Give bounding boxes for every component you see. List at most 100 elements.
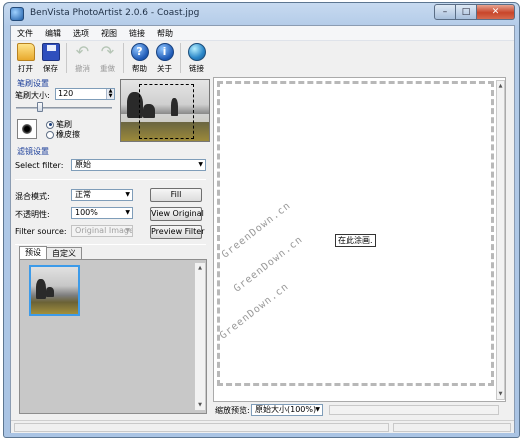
- window-controls: – □ ✕: [434, 4, 515, 20]
- maximize-button[interactable]: □: [456, 4, 477, 20]
- viewport-frame[interactable]: [139, 84, 194, 139]
- blend-mode-value: 正常: [75, 190, 91, 199]
- chevron-down-icon: ▼: [125, 191, 130, 198]
- help-button[interactable]: ? 帮助: [127, 41, 152, 75]
- app-icon: [10, 7, 24, 21]
- divider: [15, 179, 206, 180]
- filter-source-label: Filter source:: [15, 227, 67, 236]
- fill-button[interactable]: Fill: [150, 188, 202, 202]
- filter-source-select[interactable]: Original Image ▼: [71, 225, 133, 237]
- folder-icon: [16, 43, 35, 61]
- undo-arrow-icon: ↶: [75, 42, 90, 61]
- undo-button[interactable]: ↶ 撤消: [70, 41, 95, 75]
- brush-size-label: 笔刷大小:: [15, 91, 50, 100]
- brush-size-slider-track[interactable]: [16, 107, 112, 109]
- toolbar-separator: [66, 43, 67, 73]
- opacity-select[interactable]: 100% ▼: [71, 207, 133, 219]
- about-button[interactable]: i 关于: [152, 41, 177, 75]
- paint-canvas[interactable]: GreenDown.cn GreenDown.cn GreenDown.cn 在…: [213, 77, 506, 402]
- toolbar-separator: [123, 43, 124, 73]
- toolbar: 打开 保存 ↶ 撤消 ↷ 重做 ? 帮助 i 关于 链接: [11, 41, 514, 77]
- scroll-up-icon[interactable]: ▲: [497, 81, 504, 91]
- menu-options[interactable]: 选项: [67, 28, 95, 39]
- scroll-up-icon[interactable]: ▲: [195, 263, 205, 273]
- chevron-down-icon: ▼: [198, 161, 203, 168]
- zoom-value: 原始大小(100%): [255, 405, 317, 414]
- open-button[interactable]: 打开: [13, 41, 38, 75]
- brush-size-input[interactable]: 120 ▲ ▼: [55, 88, 115, 100]
- link-button[interactable]: 链接: [184, 41, 209, 75]
- radio-checked-icon: [46, 120, 54, 129]
- redo-label: 重做: [100, 64, 115, 73]
- filter-settings-title: 滤镜设置: [17, 147, 49, 156]
- preset-tabs: 预设 自定义: [19, 246, 82, 259]
- canvas-hint: 在此涂画.: [335, 234, 376, 247]
- filter-select-value: 原始: [75, 160, 91, 169]
- help-question-icon: ?: [130, 43, 149, 61]
- info-icon: i: [155, 43, 174, 61]
- redo-button[interactable]: ↷ 重做: [95, 41, 120, 75]
- preset-thumbnail[interactable]: [29, 265, 80, 316]
- left-panel: 笔刷设置 笔刷大小: 120 ▲ ▼ 笔刷 橡皮擦 滤镜设置 Select fi…: [11, 77, 210, 418]
- menu-bar: 文件 编辑 选项 视图 链接 帮助: [11, 26, 514, 41]
- brush-settings-title: 笔刷设置: [17, 79, 49, 88]
- menu-help[interactable]: 帮助: [151, 28, 179, 39]
- select-filter-label: Select filter:: [15, 161, 64, 170]
- link-label: 链接: [189, 64, 204, 73]
- brush-size-value: 120: [58, 89, 74, 98]
- help-label: 帮助: [132, 64, 147, 73]
- chevron-down-icon: ▼: [125, 227, 130, 234]
- save-button[interactable]: 保存: [38, 41, 63, 75]
- open-label: 打开: [18, 64, 33, 73]
- tab-preset[interactable]: 预设: [19, 246, 47, 259]
- maximize-icon: □: [461, 7, 471, 17]
- brush-size-spinner[interactable]: ▲ ▼: [106, 89, 114, 99]
- minimize-icon: –: [442, 7, 448, 17]
- eraser-radio-label: 橡皮擦: [56, 130, 80, 139]
- close-icon: ✕: [491, 7, 500, 17]
- gallery-scrollbar[interactable]: ▲ ▼: [194, 262, 206, 411]
- menu-view[interactable]: 视图: [95, 28, 123, 39]
- undo-label: 撤消: [75, 64, 90, 73]
- brush-preview: [17, 119, 37, 139]
- title-bar[interactable]: BenVista PhotoArtist 2.0.6 - Coast.jpg –…: [4, 3, 519, 25]
- zoom-select[interactable]: 原始大小(100%) ▼: [251, 404, 323, 416]
- view-original-button[interactable]: View Original: [150, 207, 204, 221]
- window-title: BenVista PhotoArtist 2.0.6 - Coast.jpg: [30, 8, 200, 18]
- eraser-radio[interactable]: 橡皮擦: [46, 129, 80, 140]
- menu-edit[interactable]: 编辑: [39, 28, 67, 39]
- status-cell: [14, 423, 389, 432]
- minimize-button[interactable]: –: [434, 4, 456, 20]
- spin-down-icon[interactable]: ▼: [106, 94, 114, 99]
- status-bar: [11, 420, 514, 433]
- preview-filter-button[interactable]: Preview Filter: [150, 225, 205, 239]
- tab-custom[interactable]: 自定义: [46, 247, 82, 259]
- scroll-down-icon[interactable]: ▼: [195, 400, 205, 410]
- close-button[interactable]: ✕: [477, 4, 515, 20]
- brush-size-slider-thumb[interactable]: [37, 102, 43, 112]
- canvas-horizontal-scrollbar[interactable]: [329, 405, 499, 415]
- status-cell: [393, 423, 511, 432]
- scroll-down-icon[interactable]: ▼: [497, 389, 504, 399]
- blend-mode-label: 混合模式:: [15, 192, 50, 201]
- canvas-vertical-scrollbar[interactable]: ▲ ▼: [496, 80, 505, 400]
- menu-links[interactable]: 链接: [123, 28, 151, 39]
- brush-dot-icon: [22, 124, 32, 134]
- radio-unchecked-icon: [46, 130, 54, 139]
- blend-mode-select[interactable]: 正常 ▼: [71, 189, 133, 201]
- redo-arrow-icon: ↷: [100, 42, 115, 61]
- preset-rock: [36, 279, 46, 299]
- preset-rock: [46, 287, 54, 297]
- filter-source-value: Original Image: [75, 226, 133, 235]
- preset-gallery: ▲ ▼: [19, 259, 207, 414]
- menu-file[interactable]: 文件: [11, 28, 39, 39]
- image-navigator-preview[interactable]: [120, 79, 210, 142]
- client-area: 文件 编辑 选项 视图 链接 帮助 打开 保存 ↶ 撤消 ↷ 重做 ? 帮助 i…: [10, 25, 515, 433]
- zoom-bar: 缩放预览: 原始大小(100%) ▼: [213, 403, 516, 417]
- globe-icon: [187, 43, 206, 61]
- chevron-down-icon: ▼: [315, 406, 320, 413]
- filter-select[interactable]: 原始 ▼: [71, 159, 206, 171]
- opacity-label: 不透明性:: [15, 210, 50, 219]
- chevron-down-icon: ▼: [125, 209, 130, 216]
- toolbar-separator: [180, 43, 181, 73]
